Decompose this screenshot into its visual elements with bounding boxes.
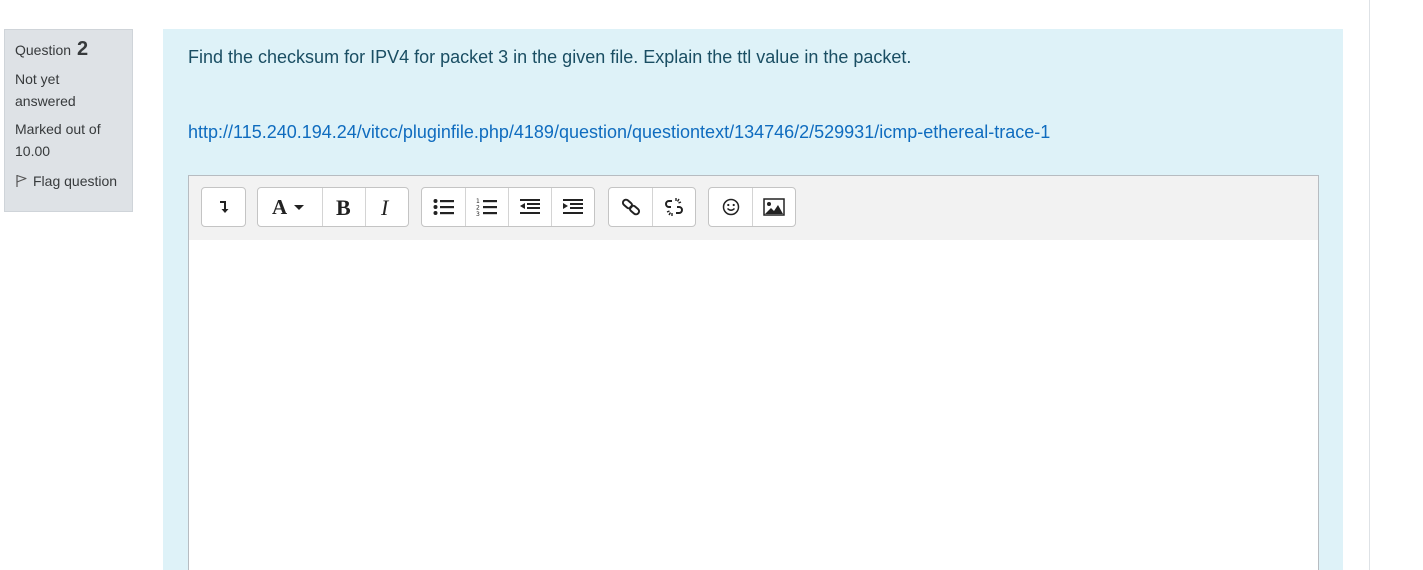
flag-question-toggle[interactable]: Flag question bbox=[15, 172, 122, 190]
bold-button[interactable]: B bbox=[322, 188, 365, 226]
toolbar-toggle-icon bbox=[219, 201, 228, 213]
toolbar-group-media bbox=[708, 187, 796, 227]
indent-button[interactable] bbox=[551, 188, 594, 226]
italic-icon: I bbox=[380, 196, 390, 218]
question-grade: Marked out of 10.00 bbox=[15, 121, 101, 159]
unordered-list-button[interactable] bbox=[422, 188, 465, 226]
toolbar-group-links bbox=[608, 187, 696, 227]
svg-text:A: A bbox=[272, 197, 288, 217]
svg-text:B: B bbox=[336, 196, 351, 218]
bold-icon: B bbox=[336, 196, 351, 218]
editor-toolbar: A B I 1 2 3 bbox=[189, 176, 1318, 241]
toolbar-group-collapse bbox=[201, 187, 246, 227]
font-style-icon: A bbox=[272, 197, 304, 217]
image-button[interactable] bbox=[752, 188, 795, 226]
question-info-box: Question 2 Not yet answered Marked out o… bbox=[4, 29, 133, 212]
question-content: Find the checksum for IPV4 for packet 3 … bbox=[163, 29, 1343, 570]
outdent-icon bbox=[520, 199, 540, 214]
emoticon-button[interactable] bbox=[709, 188, 752, 226]
question-file-link[interactable]: http://115.240.194.24/vitcc/pluginfile.p… bbox=[188, 122, 1050, 143]
question-state: Not yet answered bbox=[15, 71, 76, 109]
question-number: 2 bbox=[76, 38, 89, 60]
toolbar-group-style: A B I bbox=[257, 187, 409, 227]
question-text: Find the checksum for IPV4 for packet 3 … bbox=[188, 47, 912, 67]
flag-question-label: Flag question bbox=[33, 173, 118, 189]
unordered-list-icon bbox=[433, 199, 454, 215]
answer-editor: A B I 1 2 3 bbox=[188, 175, 1319, 570]
indent-icon bbox=[563, 199, 583, 214]
right-divider bbox=[1369, 0, 1370, 570]
svg-text:3: 3 bbox=[476, 211, 480, 217]
outdent-button[interactable] bbox=[508, 188, 551, 226]
font-style-button[interactable]: A bbox=[258, 188, 322, 226]
quiz-page: Question 2 Not yet answered Marked out o… bbox=[0, 0, 1423, 570]
emoticon-icon bbox=[722, 198, 739, 216]
unlink-button[interactable] bbox=[652, 188, 695, 226]
toolbar-toggle-button[interactable] bbox=[202, 188, 245, 226]
ordered-list-button[interactable]: 1 2 3 bbox=[465, 188, 508, 226]
link-icon bbox=[621, 198, 640, 216]
image-icon bbox=[763, 198, 785, 216]
toolbar-group-lists: 1 2 3 bbox=[421, 187, 595, 227]
ordered-list-icon: 1 2 3 bbox=[476, 198, 497, 217]
flag-icon bbox=[16, 174, 27, 187]
italic-button[interactable]: I bbox=[365, 188, 408, 226]
unlink-icon bbox=[665, 198, 683, 216]
question-number-heading: Question 2 bbox=[15, 38, 122, 61]
question-label: Question bbox=[15, 42, 72, 58]
answer-text-area[interactable] bbox=[189, 240, 1318, 570]
svg-text:I: I bbox=[380, 196, 390, 218]
link-button[interactable] bbox=[609, 188, 652, 226]
